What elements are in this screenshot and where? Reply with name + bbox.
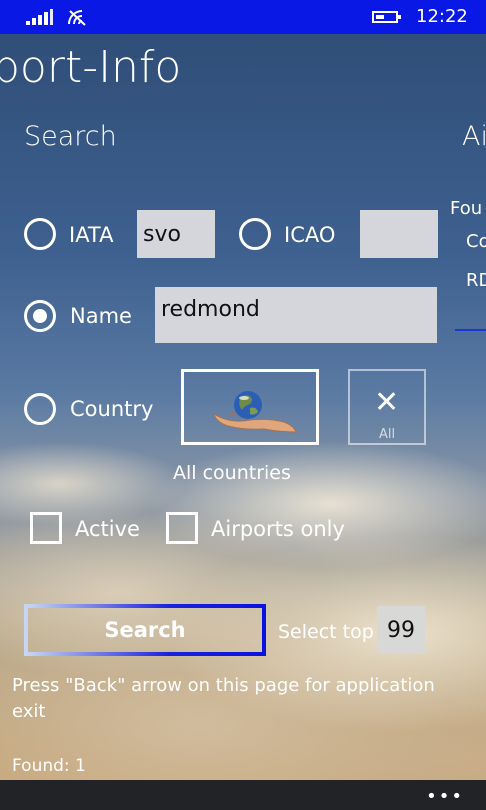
pivot-search-header[interactable]: Search: [24, 121, 117, 152]
icao-radio[interactable]: [239, 218, 271, 250]
wifi-icon: [68, 10, 86, 26]
iata-input[interactable]: svo: [137, 210, 215, 258]
clear-country-button[interactable]: ✕ All: [348, 369, 426, 445]
icao-label: ICAO: [284, 223, 336, 247]
search-button[interactable]: Search: [24, 604, 266, 656]
pivot-next-header[interactable]: Ai: [462, 121, 486, 152]
battery-icon: [372, 11, 401, 23]
status-time: 12:22: [416, 6, 468, 27]
airports-only-checkbox[interactable]: [166, 512, 198, 544]
iata-radio[interactable]: [24, 218, 56, 250]
iata-label: IATA: [69, 223, 114, 247]
country-caption: All countries: [173, 462, 291, 484]
close-icon: ✕: [374, 385, 400, 420]
airports-only-label: Airports only: [211, 517, 345, 541]
exit-hint-text: Press "Back" arrow on this page for appl…: [12, 675, 435, 722]
name-input[interactable]: redmond: [155, 287, 437, 343]
app-bar: •••: [0, 780, 486, 810]
select-top-label: Select top: [278, 621, 374, 643]
globe-in-hand-icon: [213, 391, 297, 433]
name-label: Name: [70, 304, 132, 328]
status-bar: 12:22: [0, 0, 486, 34]
active-label: Active: [75, 517, 140, 541]
more-dots-icon[interactable]: •••: [426, 786, 464, 807]
name-radio[interactable]: [24, 300, 56, 332]
app-title: port-Info: [0, 42, 182, 93]
icao-input[interactable]: [360, 210, 438, 258]
country-radio[interactable]: [24, 393, 56, 425]
right-panel-text-1: Fou: [450, 198, 483, 219]
right-panel-underline: [455, 329, 486, 331]
select-top-input[interactable]: 99: [377, 606, 425, 654]
right-panel-text-3: RD: [466, 270, 486, 291]
country-select-button[interactable]: [181, 369, 319, 445]
active-checkbox[interactable]: [30, 512, 62, 544]
signal-icon: [26, 9, 53, 25]
right-panel-text-2: Co: [466, 231, 486, 252]
country-label: Country: [70, 397, 154, 421]
found-count: Found: 1: [12, 756, 86, 776]
clear-country-label: All: [378, 427, 396, 442]
